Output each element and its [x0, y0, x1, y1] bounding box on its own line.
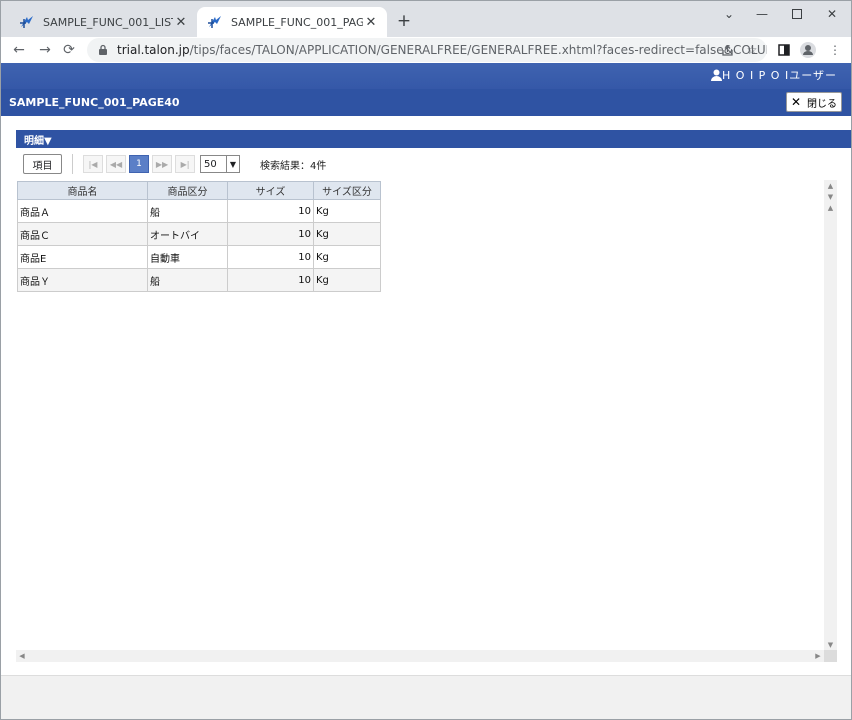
bookmark-star-icon[interactable]: ☆ [742, 40, 762, 60]
cell-product-type: 船 [147, 268, 228, 292]
scroll-down-small-icon[interactable]: ▼ [824, 191, 837, 202]
user-name: H O I P O Iユーザー [722, 69, 837, 82]
column-header-product-name[interactable]: 商品名 [17, 181, 148, 200]
cell-product-type: 船 [147, 199, 228, 223]
app-top-bar: H O I P O Iユーザー [1, 63, 851, 89]
tab-title: SAMPLE_FUNC_001_PAGE40 [231, 15, 363, 29]
share-arrow-icon [721, 44, 733, 56]
scroll-up-icon[interactable]: ▲ [824, 180, 837, 191]
page-number-current[interactable]: 1 [129, 155, 149, 173]
close-label: 閉じる [807, 98, 838, 110]
scroll-down-icon[interactable]: ▼ [824, 639, 837, 650]
tab-list40[interactable]: SAMPLE_FUNC_001_LIST40 ✕ [9, 7, 197, 37]
tab-search-chevron-icon[interactable]: ⌄ [711, 3, 747, 25]
cell-size: 10 [227, 222, 314, 246]
table-row[interactable]: 商品E 自動車 10 Kg [17, 245, 381, 269]
cell-product-name: 商品Ｃ [17, 222, 148, 246]
vertical-scrollbar[interactable]: ▲ ▼ ▲ ▼ [824, 180, 837, 650]
cell-size-unit: Kg [313, 245, 381, 269]
cell-product-name: 商品Ａ [17, 199, 148, 223]
column-items-button[interactable]: 項目 [23, 154, 62, 174]
share-icon[interactable] [717, 40, 737, 60]
close-window-icon[interactable]: ✕ [814, 3, 850, 25]
cell-product-name: 商品E [17, 245, 148, 269]
cell-size: 10 [227, 199, 314, 223]
dropdown-triangle-icon: ▼ [226, 156, 239, 172]
profile-avatar-icon[interactable] [798, 40, 818, 60]
url-text: trial.talon.jp/tips/faces/TALON/APPLICAT… [117, 43, 767, 57]
close-page-button[interactable]: ✕ 閉じる [786, 92, 842, 112]
page-title: SAMPLE_FUNC_001_PAGE40 [9, 96, 180, 109]
user-info: H O I P O Iユーザー [711, 67, 837, 83]
address-bar[interactable]: trial.talon.jp/tips/faces/TALON/APPLICAT… [87, 38, 767, 62]
url-path: /tips/faces/TALON/APPLICATION/GENERALFRE… [189, 43, 767, 57]
tab-close-icon[interactable]: ✕ [173, 14, 189, 30]
url-host: trial.talon.jp [117, 43, 190, 57]
tab-title: SAMPLE_FUNC_001_LIST40 [43, 15, 173, 29]
cell-product-type: オートバイ [147, 222, 228, 246]
cell-product-type: 自動車 [147, 245, 228, 269]
table-row[interactable]: 商品Ａ 船 10 Kg [17, 199, 381, 223]
side-panel-icon[interactable] [774, 40, 794, 60]
page-footer-area [1, 675, 851, 719]
table-row[interactable]: 商品Ｙ 船 10 Kg [17, 268, 381, 292]
cell-size: 10 [227, 245, 314, 269]
detail-section-header[interactable]: 明細▼ [16, 130, 851, 148]
data-table: 商品名 商品区分 サイズ サイズ区分 商品Ａ 船 10 Kg 商品Ｃ オートバイ… [17, 181, 381, 292]
maximize-icon[interactable] [779, 3, 815, 25]
close-x-icon: ✕ [790, 95, 802, 109]
talon-favicon-icon [208, 16, 221, 28]
back-arrow-icon[interactable]: ← [9, 40, 29, 60]
prev-page-icon[interactable]: ◀◀ [106, 155, 126, 173]
scroll-up-small-icon[interactable]: ▲ [824, 202, 837, 213]
column-header-product-type[interactable]: 商品区分 [147, 181, 228, 200]
tab-strip: SAMPLE_FUNC_001_LIST40 ✕ SAMPLE_FUNC_001… [1, 1, 851, 37]
maximize-square-icon [792, 9, 802, 19]
scrollbar-corner [824, 650, 837, 662]
tab-close-icon[interactable]: ✕ [363, 14, 379, 30]
tab-page40[interactable]: SAMPLE_FUNC_001_PAGE40 ✕ [197, 7, 387, 37]
forward-arrow-icon[interactable]: → [35, 40, 55, 60]
new-tab-plus-icon[interactable]: + [395, 11, 413, 31]
rows-per-page-select[interactable]: 50 ▼ [200, 155, 240, 173]
lock-icon [99, 44, 107, 55]
scroll-right-icon[interactable]: ▶ [812, 650, 824, 662]
table-row[interactable]: 商品Ｃ オートバイ 10 Kg [17, 222, 381, 246]
cell-size-unit: Kg [313, 268, 381, 292]
cell-product-name: 商品Ｙ [17, 268, 148, 292]
pager-divider [72, 154, 73, 174]
page-title-bar: SAMPLE_FUNC_001_PAGE40 ✕ 閉じる [1, 89, 851, 116]
first-page-icon[interactable]: |◀ [83, 155, 103, 173]
reload-icon[interactable]: ⟳ [59, 40, 79, 60]
rows-per-page-value: 50 [204, 158, 217, 170]
column-header-size[interactable]: サイズ [227, 181, 314, 200]
last-page-icon[interactable]: ▶| [175, 155, 195, 173]
browser-toolbar: ← → ⟳ trial.talon.jp/tips/faces/TALON/AP… [1, 37, 851, 63]
cell-size: 10 [227, 268, 314, 292]
browser-window: SAMPLE_FUNC_001_LIST40 ✕ SAMPLE_FUNC_001… [0, 0, 852, 720]
user-icon [711, 69, 723, 81]
talon-favicon-icon [20, 16, 33, 28]
search-result-count: 検索結果：4件 [260, 160, 327, 172]
web-page: H O I P O Iユーザー SAMPLE_FUNC_001_PAGE40 ✕… [1, 63, 851, 675]
cell-size-unit: Kg [313, 222, 381, 246]
paginator: 項目 |◀ ◀◀ 1 ▶▶ ▶| 50 ▼ 検索結果：4件 [23, 154, 326, 174]
side-panel-square-icon [778, 44, 790, 56]
next-page-icon[interactable]: ▶▶ [152, 155, 172, 173]
horizontal-scrollbar[interactable]: ◀ ▶ [16, 650, 824, 662]
column-header-size-unit[interactable]: サイズ区分 [313, 181, 381, 200]
data-grid-area: 商品名 商品区分 サイズ サイズ区分 商品Ａ 船 10 Kg 商品Ｃ オートバイ… [16, 180, 837, 662]
kebab-menu-icon[interactable]: ⋮ [825, 40, 845, 60]
cell-size-unit: Kg [313, 199, 381, 223]
minimize-icon[interactable]: — [744, 3, 780, 25]
avatar-icon [800, 42, 816, 58]
scroll-left-icon[interactable]: ◀ [16, 650, 28, 662]
